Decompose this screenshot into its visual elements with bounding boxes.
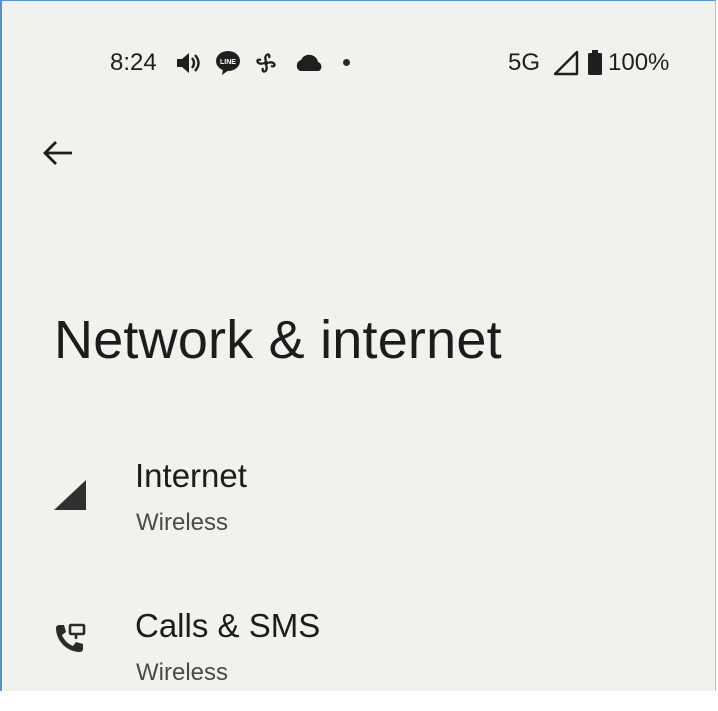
battery-percent: 100% [608,49,670,76]
calls-sms-summary: Wireless [136,659,229,686]
volume-icon [174,49,202,77]
internet-summary: Wireless [136,509,229,536]
battery-icon [586,49,604,77]
list-item-calls-sms[interactable]: Calls & SMS Wireless [2,591,715,711]
internet-label: Internet [135,457,247,494]
screen: 8:24 LINE 5G 100% Network & internet Int… [0,0,716,691]
notification-dot [343,59,350,66]
pinwheel-icon [252,49,280,77]
signal-icon [52,478,88,517]
arrow-left-icon [41,139,75,172]
status-bar: 8:24 LINE 5G 100% [2,45,715,79]
back-button[interactable] [38,137,78,173]
status-time: 8:24 [110,49,157,76]
network-type: 5G [508,49,541,76]
phone-forwarded-icon [52,622,88,663]
page-title: Network & internet [54,310,502,370]
line-app-icon: LINE [214,49,242,77]
cloud-icon [294,49,326,77]
list-item-internet[interactable]: Internet Wireless [2,441,715,561]
svg-text:LINE: LINE [220,59,236,66]
signal-icon [552,49,580,77]
calls-sms-label: Calls & SMS [135,607,321,644]
